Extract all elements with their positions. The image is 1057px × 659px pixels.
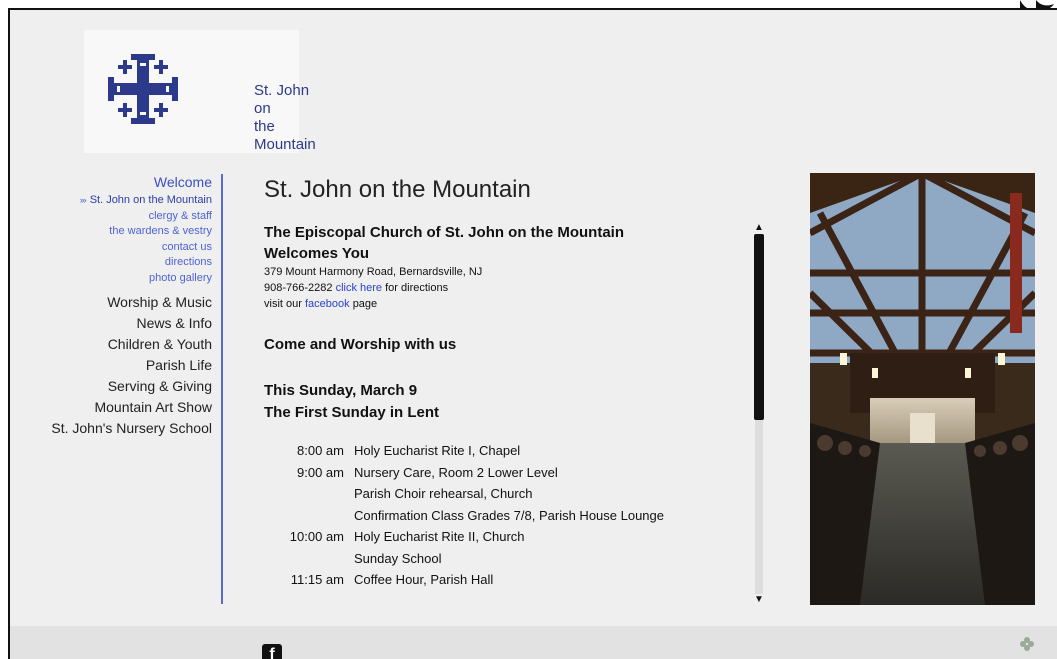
worship-heading: Come and Worship with us [264, 336, 457, 353]
welcome-heading-line-1: The Episcopal Church of St. John on the … [264, 224, 624, 241]
visit-suffix: page [352, 298, 378, 310]
nav-item-mountain-art-show[interactable]: Mountain Art Show [10, 397, 212, 418]
jerusalem-cross-icon [108, 54, 178, 124]
nav-item-nursery-school[interactable]: St. John's Nursery School [10, 418, 212, 439]
schedule-row: Confirmation Class Grades 7/8, Parish Ho… [264, 505, 738, 527]
sunday-heading-line-1: This Sunday, March 9 [264, 382, 418, 399]
phone-number: 908-766-2282 [264, 282, 333, 294]
nav-subitem-st-john[interactable]: ››› St. John on the Mountain [10, 193, 212, 209]
service-schedule: 8:00 am Holy Eucharist Rite I, Chapel 9:0… [264, 440, 738, 591]
nav-item-news-info[interactable]: News & Info [10, 313, 212, 334]
schedule-row: 9:00 am Nursery Care, Room 2 Lower Level [264, 462, 738, 484]
phone-line: 908-766-2282 click here for directions [264, 280, 738, 296]
page-title: St. John on the Mountain [264, 176, 531, 203]
schedule-activity: Nursery Care, Room 2 Lower Level [354, 464, 558, 480]
schedule-activity: Parish Choir rehearsal, Church [354, 486, 533, 501]
scroll-up-arrow-icon[interactable]: ▲ [753, 222, 765, 234]
nav-item-worship-music[interactable]: Worship & Music [10, 292, 212, 313]
address: 379 Mount Harmony Road, Bernardsville, N… [264, 266, 483, 278]
schedule-time: 11:15 am [290, 572, 344, 587]
logo-text: St. John on the Mountain [254, 82, 316, 154]
logo-line-2: the Mountain [254, 118, 316, 153]
nav-item-children-youth[interactable]: Children & Youth [10, 334, 212, 355]
nav-item-welcome[interactable]: Welcome [10, 172, 212, 193]
schedule-row: Sunday School [264, 548, 738, 570]
schedule-row: 11:15 am Coffee Hour, Parish Hall [264, 569, 738, 591]
schedule-activity: Confirmation Class Grades 7/8, Parish Ho… [354, 507, 664, 523]
nav-subitem-directions[interactable]: directions [10, 255, 212, 271]
page-frame: St. John on the Mountain Welcome ››› St. … [8, 8, 1057, 659]
nav-divider [221, 174, 223, 604]
facebook-icon[interactable]: f [262, 644, 282, 659]
active-arrow-icon: ››› [79, 195, 87, 205]
facebook-link[interactable]: facebook [305, 298, 350, 310]
church-interior-photo [810, 173, 1035, 605]
nav-item-serving-giving[interactable]: Serving & Giving [10, 376, 212, 397]
schedule-time: 9:00 am [297, 464, 344, 480]
schedule-activity: Coffee Hour, Parish Hall [354, 572, 494, 587]
schedule-activity: Sunday School [354, 550, 442, 566]
schedule-row: 10:00 am Holy Eucharist Rite II, Church [264, 526, 738, 548]
schedule-row: Parish Choir rehearsal, Church [264, 483, 738, 505]
nav-item-parish-life[interactable]: Parish Life [10, 355, 212, 376]
schedule-time: 8:00 am [297, 443, 344, 458]
sunday-heading-line-2: The First Sunday in Lent [264, 404, 440, 421]
directions-link[interactable]: click here [336, 282, 382, 294]
nav-subitem-clergy-staff[interactable]: clergy & staff [10, 209, 212, 225]
church-logo[interactable]: St. John on the Mountain [84, 30, 316, 153]
logo-line-1: St. John on [254, 82, 310, 117]
scroll-thumb[interactable] [754, 234, 764, 420]
facebook-line: visit our facebook page [264, 296, 738, 312]
footer: f [10, 626, 1057, 659]
nav-subitem-wardens-vestry[interactable]: the wardens & vestry [10, 224, 212, 240]
main-content[interactable]: The Episcopal Church of St. John on the … [264, 222, 738, 604]
directions-suffix: for directions [385, 282, 449, 294]
nav-subitem-contact-us[interactable]: contact us [10, 240, 212, 256]
clover-icon[interactable] [1019, 636, 1035, 652]
visit-prefix: visit our [264, 298, 302, 310]
schedule-activity: Holy Eucharist Rite II, Church [354, 529, 525, 544]
scroll-down-arrow-icon[interactable]: ▼ [753, 594, 765, 606]
content-scrollbar[interactable]: ▲ ▼ [753, 222, 765, 606]
schedule-time: 10:00 am [289, 529, 344, 544]
nav-subitem-photo-gallery[interactable]: photo gallery [10, 271, 212, 287]
sidebar-nav: Welcome ››› St. John on the Mountain cler… [10, 172, 212, 439]
schedule-row: 8:00 am Holy Eucharist Rite I, Chapel [264, 440, 738, 462]
nav-subitem-label: St. John on the Mountain [89, 194, 212, 206]
schedule-activity: Holy Eucharist Rite I, Chapel [354, 443, 521, 458]
welcome-heading-line-2: Welcomes You [264, 245, 370, 262]
